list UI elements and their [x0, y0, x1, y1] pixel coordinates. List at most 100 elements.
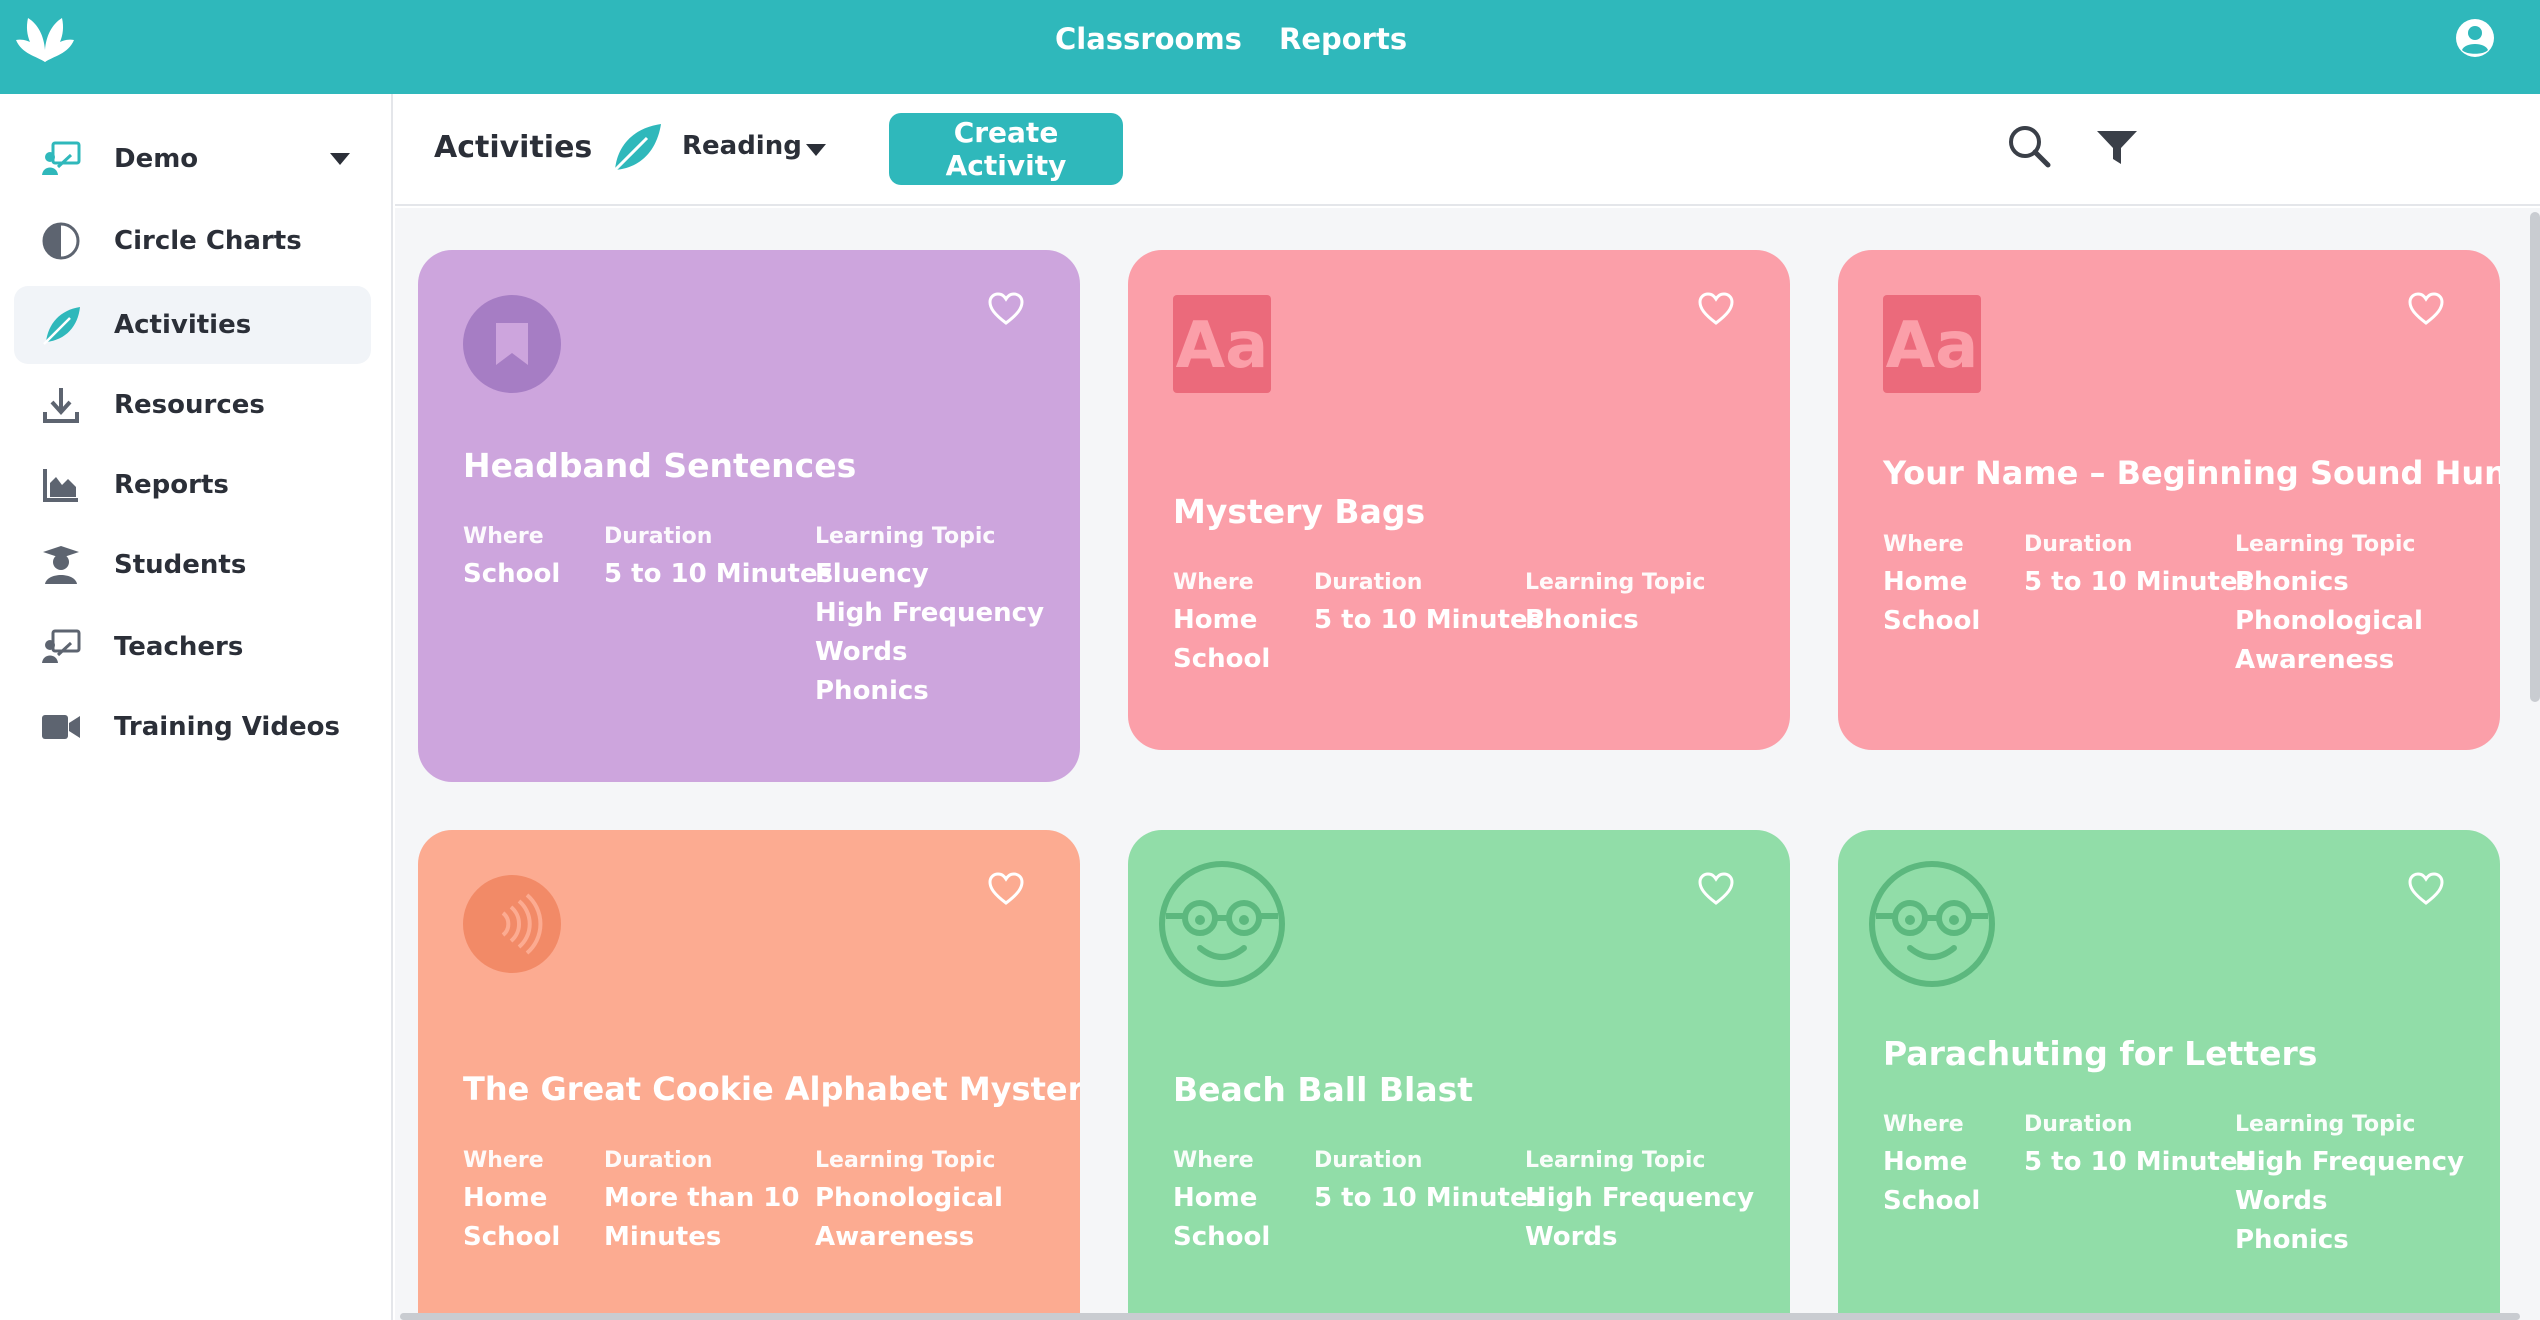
sidebar-item-resources[interactable]: Resources [14, 366, 371, 444]
sidebar-classroom-selector[interactable]: Demo [14, 120, 371, 198]
sidebar-item-label: Teachers [114, 632, 244, 662]
duration-label: Duration [1314, 570, 1423, 595]
where-value: Home [1883, 1147, 1968, 1177]
duration-group: Duration 5 to 10 Minutes [2024, 532, 2253, 602]
where-group: Where Home School [1173, 1148, 1270, 1257]
sidebar-item-label: Reports [114, 470, 229, 500]
duration-value: 5 to 10 Minutes [2024, 567, 2254, 597]
topic-group: Learning Topic High Frequency Words [1525, 1148, 1754, 1257]
topic-label: Learning Topic [1525, 1148, 1706, 1173]
leaf-icon [610, 124, 661, 175]
vertical-scrollbar[interactable] [2530, 212, 2540, 702]
nav-reports[interactable]: Reports [1279, 0, 1407, 78]
video-camera-icon [40, 706, 82, 748]
topic-value: High Frequency [2235, 1147, 2465, 1177]
topic-group: Learning Topic Phonics [1525, 570, 1705, 640]
topic-value: Awareness [815, 1222, 975, 1252]
search-icon[interactable] [2007, 124, 2051, 168]
where-value: Home [463, 1183, 548, 1213]
user-avatar-icon[interactable] [2455, 18, 2495, 58]
leaf-logo-icon[interactable] [14, 10, 76, 66]
where-value: Home [1883, 567, 1968, 597]
filter-icon[interactable] [2095, 128, 2139, 168]
svg-text:Aa: Aa [1886, 309, 1979, 383]
activity-card[interactable]: The Great Cookie Alphabet Mystery Where … [418, 830, 1080, 1320]
activity-title: Parachuting for Letters [1883, 1034, 2318, 1073]
duration-label: Duration [2024, 532, 2133, 557]
duration-value: More than 10 [604, 1183, 800, 1213]
sidebar-item-activities[interactable]: Activities [14, 286, 371, 364]
activity-card[interactable]: Aa Mystery Bags Where Home School Durati… [1128, 250, 1790, 750]
duration-label: Duration [1314, 1148, 1423, 1173]
activity-card[interactable]: Aa Your Name – Beginning Sound Hunt Wher… [1838, 250, 2500, 750]
topic-value: Awareness [2235, 645, 2395, 675]
duration-label: Duration [604, 1148, 713, 1173]
activities-grid: Headband Sentences Where School Duration… [395, 208, 2540, 1320]
heart-icon[interactable] [988, 872, 1024, 906]
topic-value: Words [1525, 1222, 1618, 1252]
chevron-down-icon[interactable] [806, 144, 826, 156]
nav-classrooms[interactable]: Classrooms [1055, 0, 1242, 78]
duration-group: Duration 5 to 10 Minutes [2024, 1112, 2253, 1182]
where-label: Where [1173, 1148, 1254, 1173]
sidebar-item-teachers[interactable]: Teachers [14, 608, 371, 686]
classroom-icon [40, 138, 82, 180]
top-bar: Classrooms Reports [0, 0, 2540, 94]
sound-waves-icon [463, 875, 561, 973]
where-value: School [463, 559, 561, 589]
topic-label: Learning Topic [2235, 1112, 2416, 1137]
topic-value: Fluency [815, 559, 929, 589]
sidebar-item-reports[interactable]: Reports [14, 446, 371, 524]
bar-chart-icon [40, 464, 82, 506]
sidebar-item-label: Students [114, 550, 247, 580]
where-value: Home [1173, 605, 1258, 635]
leaf-icon [40, 304, 82, 346]
sidebar-item-training-videos[interactable]: Training Videos [14, 688, 371, 766]
sidebar-item-students[interactable]: Students [14, 526, 371, 604]
activity-card[interactable]: Headband Sentences Where School Duration… [418, 250, 1080, 782]
heart-icon[interactable] [2408, 292, 2444, 326]
activity-title: Beach Ball Blast [1173, 1070, 1474, 1109]
activities-toolbar: Activities Reading Create Activity [395, 94, 2540, 206]
heart-icon[interactable] [1698, 872, 1734, 906]
download-icon [40, 384, 82, 426]
topic-value: Phonics [1525, 605, 1639, 635]
category-dropdown[interactable]: Reading [682, 131, 802, 161]
activity-title: Your Name – Beginning Sound Hunt [1883, 454, 2500, 492]
where-group: Where School [463, 524, 560, 594]
sidebar-classroom-label: Demo [114, 144, 199, 174]
activity-card[interactable]: Beach Ball Blast Where Home School Durat… [1128, 830, 1790, 1320]
topic-group: Learning Topic Fluency High Frequency Wo… [815, 524, 1044, 711]
duration-label: Duration [2024, 1112, 2133, 1137]
horizontal-scrollbar[interactable] [400, 1313, 2520, 1320]
where-label: Where [463, 524, 544, 549]
topic-value: High Frequency [815, 598, 1045, 628]
topic-label: Learning Topic [1525, 570, 1706, 595]
sidebar-item-circle-charts[interactable]: Circle Charts [14, 202, 371, 280]
duration-value: 5 to 10 Minutes [1314, 1183, 1544, 1213]
duration-value: 5 to 10 Minutes [2024, 1147, 2254, 1177]
sidebar-item-label: Activities [114, 310, 252, 340]
where-label: Where [1173, 570, 1254, 595]
activity-card[interactable]: Parachuting for Letters Where Home Schoo… [1838, 830, 2500, 1320]
student-icon [40, 544, 82, 586]
topic-value: Phonics [2235, 1225, 2349, 1255]
duration-label: Duration [604, 524, 713, 549]
where-label: Where [1883, 532, 1964, 557]
duration-group: Duration 5 to 10 Minutes [1314, 570, 1543, 640]
where-label: Where [1883, 1112, 1964, 1137]
chevron-down-icon[interactable] [330, 153, 350, 165]
heart-icon[interactable] [2408, 872, 2444, 906]
create-activity-button[interactable]: Create Activity [889, 113, 1123, 185]
teacher-icon [40, 626, 82, 668]
topic-value: Words [2235, 1186, 2328, 1216]
page-title: Activities [434, 130, 593, 165]
topic-group: Learning Topic Phonological Awareness [815, 1148, 1003, 1257]
duration-group: Duration 5 to 10 Minutes [1314, 1148, 1543, 1218]
sidebar-item-label: Training Videos [114, 712, 340, 742]
heart-icon[interactable] [1698, 292, 1734, 326]
heart-icon[interactable] [988, 292, 1024, 326]
topic-group: Learning Topic High Frequency Words Phon… [2235, 1112, 2464, 1260]
topic-value: Phonics [815, 676, 929, 706]
topic-value: Phonological [2235, 606, 2423, 636]
